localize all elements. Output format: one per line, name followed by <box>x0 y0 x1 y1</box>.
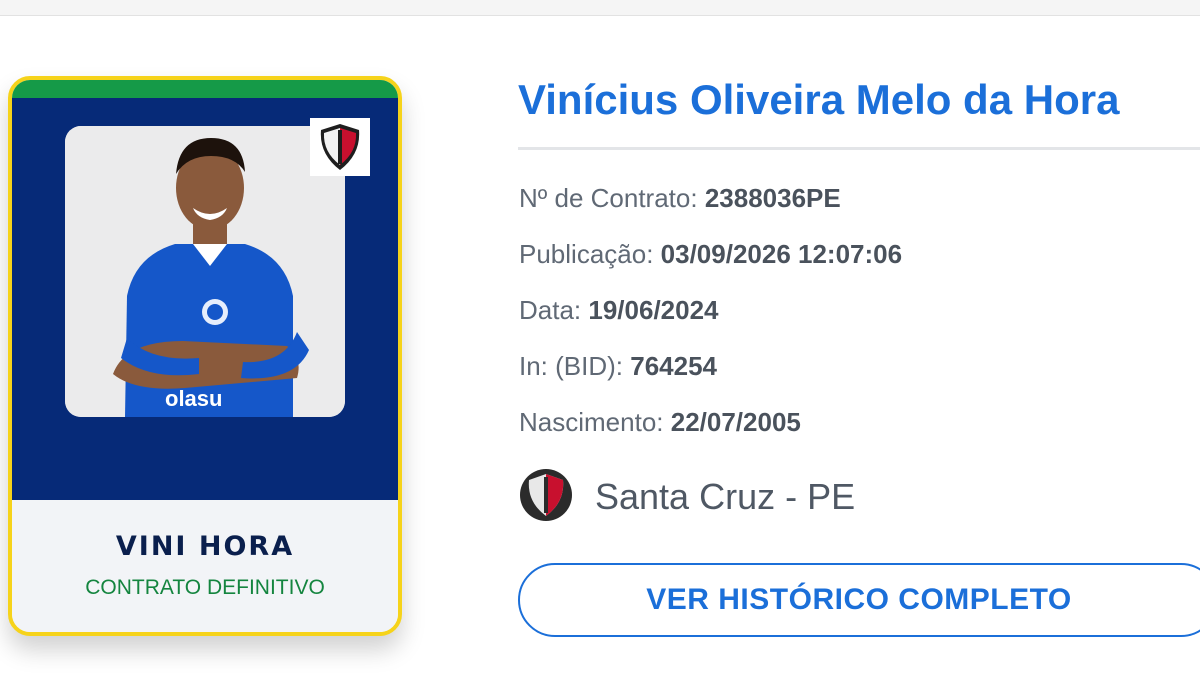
birth-label: Nascimento: <box>519 407 664 437</box>
card-green-stripe <box>12 80 398 98</box>
publication-label: Publicação: <box>519 239 654 269</box>
date-value: 19/06/2024 <box>588 295 719 325</box>
player-photo-illustration: olasu <box>65 126 345 417</box>
contract-number-row: Nº de Contrato: 2388036PE <box>519 183 841 214</box>
player-photo: olasu <box>65 126 345 417</box>
birth-row: Nascimento: 22/07/2005 <box>519 407 801 438</box>
view-full-history-label: VER HISTÓRICO COMPLETO <box>646 583 1072 616</box>
contract-number-label: Nº de Contrato: <box>519 183 698 213</box>
title-divider <box>518 147 1200 150</box>
bid-label: In: (BID): <box>519 351 624 381</box>
date-label: Data: <box>519 295 582 325</box>
player-full-name: Vinícius Oliveira Melo da Hora <box>518 76 1120 123</box>
publication-value: 03/09/2026 12:07:06 <box>660 239 903 269</box>
santa-cruz-crest-icon <box>519 468 573 527</box>
santa-cruz-crest-icon <box>310 118 370 176</box>
top-bar <box>0 0 1200 16</box>
card-body: olasu <box>12 98 398 500</box>
contract-number-value: 2388036PE <box>704 183 841 213</box>
bid-row: In: (BID): 764254 <box>519 351 717 382</box>
contract-status: CONTRATO DEFINITIVO <box>85 576 325 599</box>
bid-value: 764254 <box>630 351 718 381</box>
club-row: Santa Cruz - PE <box>519 468 856 527</box>
date-row: Data: 19/06/2024 <box>519 295 719 326</box>
club-name: Santa Cruz - PE <box>595 476 856 517</box>
publication-row: Publicação: 03/09/2026 12:07:06 <box>519 239 902 270</box>
player-nickname: VINI HORA <box>115 531 295 562</box>
birth-value: 22/07/2005 <box>670 407 801 437</box>
player-card: olasu VINI HORA CONTRATO DEFINITIVO <box>8 76 402 636</box>
view-full-history-button[interactable]: VER HISTÓRICO COMPLETO <box>518 563 1200 637</box>
card-footer: VINI HORA CONTRATO DEFINITIVO <box>12 500 398 632</box>
svg-text:olasu: olasu <box>165 386 222 411</box>
